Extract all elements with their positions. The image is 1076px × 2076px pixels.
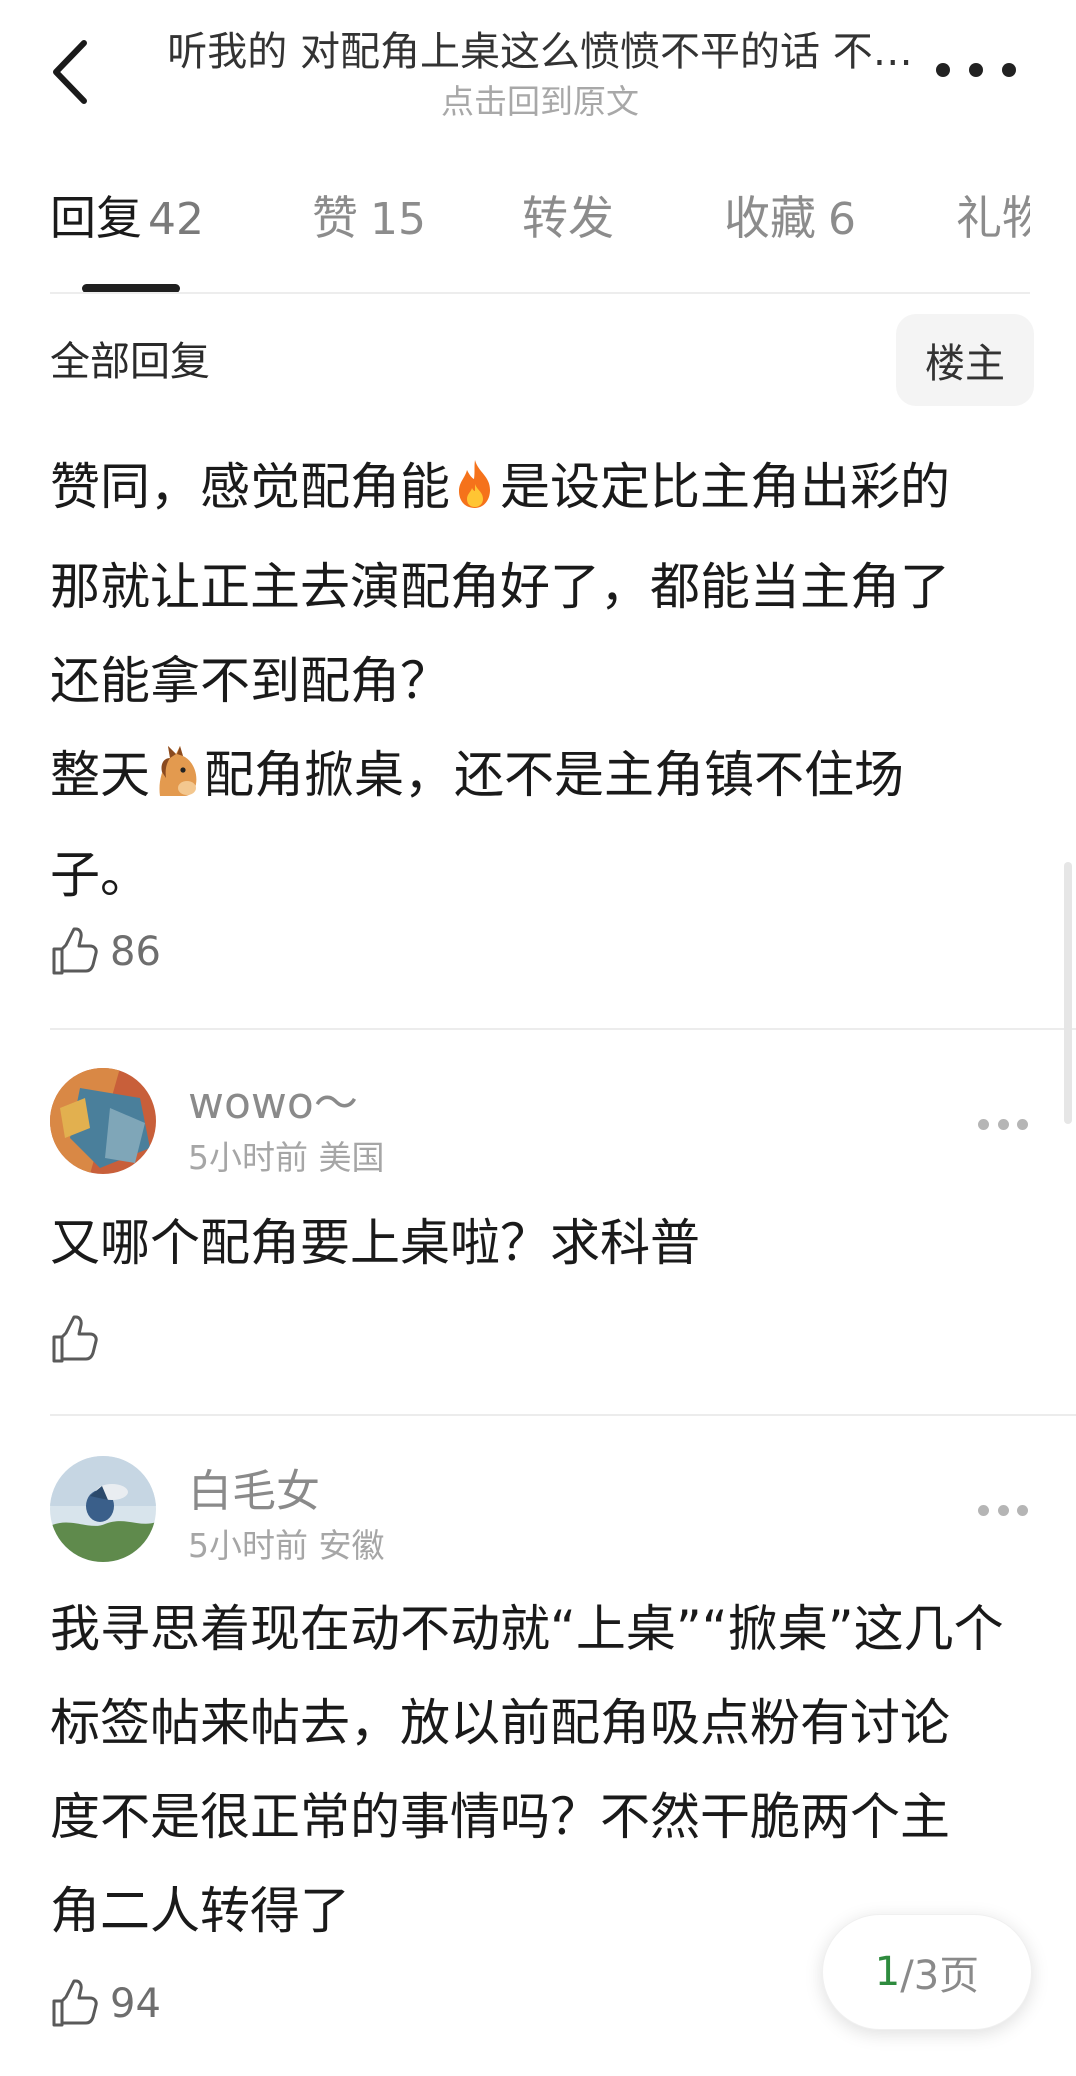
tab-label: 回复 <box>50 191 142 245</box>
chevron-left-icon <box>53 40 87 104</box>
dot-icon <box>997 1504 1009 1516</box>
comment-line: 标签帖来帖去，放以前配角吸点粉有讨论 <box>50 1694 950 1752</box>
post-line: 子。 <box>50 846 150 904</box>
dot-icon <box>1002 63 1016 77</box>
tab-label: 转发 <box>522 191 614 245</box>
title-block[interactable]: 听我的 对配角上桌这么愤愤不平的话 不… 点击回到原文 <box>150 26 930 124</box>
divider <box>50 1414 1076 1416</box>
comment-text: 又哪个配角要上桌啦？求科普 <box>50 1214 700 1272</box>
post-line: 赞同，感觉配角能 是设定比主角出彩的 <box>50 440 1040 540</box>
post-line-part: 是设定比主角出彩的 <box>500 458 950 516</box>
dot-icon <box>978 1118 989 1130</box>
tab-count: 15 <box>370 194 426 245</box>
owner-only-button[interactable]: 楼主 <box>896 314 1034 406</box>
thumbs-up-icon <box>52 927 98 975</box>
dot-icon <box>997 1118 1009 1130</box>
username[interactable]: wowo～ <box>188 1076 358 1132</box>
divider <box>50 1028 1076 1030</box>
username[interactable]: 白毛女 <box>188 1464 320 1520</box>
tab-label: 赞 <box>312 191 358 245</box>
post-line: 整天 配角掀桌，还不是主角镇不住场 <box>50 728 1040 828</box>
avatar[interactable] <box>50 1068 156 1174</box>
tab-bar: 回复 42 赞 15 转发 收藏 6 礼物 <box>50 180 1030 292</box>
fire-icon <box>450 446 500 540</box>
thumbs-up-icon <box>52 1315 98 1363</box>
main-post-text: 赞同，感觉配角能 是设定比主角出彩的 那就让正主去演配角好了，都能当主角了 还能拿… <box>50 440 1040 922</box>
total-pages: /3页 <box>900 1953 980 1999</box>
post-line-part: 整天 <box>50 746 150 804</box>
comment-line: 我寻思着现在动不动就“上桌”“掀桌”这几个 <box>50 1600 1004 1658</box>
dot-icon <box>969 63 983 77</box>
comment-meta: 5小时前 美国 <box>188 1138 385 1177</box>
tab-label: 礼物 <box>956 191 1030 245</box>
tab-likes[interactable]: 赞 15 <box>312 188 426 250</box>
comment-line: 度不是很正常的事情吗？不然干脆两个主 <box>50 1788 950 1846</box>
top-bar: 听我的 对配角上桌这么愤愤不平的话 不… 点击回到原文 <box>0 0 1076 140</box>
thumbs-up-icon <box>52 1979 98 2027</box>
comment-more-button[interactable] <box>978 1500 1028 1520</box>
dot-icon <box>1017 1118 1028 1130</box>
tab-count: 42 <box>148 194 204 245</box>
tab-reposts[interactable]: 转发 <box>522 188 614 248</box>
tab-favorites[interactable]: 收藏 6 <box>724 188 856 250</box>
back-button[interactable] <box>40 34 100 110</box>
post-line-part: 赞同，感觉配角能 <box>50 458 450 516</box>
tab-label: 收藏 <box>724 191 816 245</box>
all-replies-label[interactable]: 全部回复 <box>50 334 210 390</box>
comment-text: 我寻思着现在动不动就“上桌”“掀桌”这几个 标签帖来帖去，放以前配角吸点粉有讨论… <box>50 1582 1040 1958</box>
comment-meta: 5小时前 安徽 <box>188 1526 385 1565</box>
dot-icon <box>1017 1504 1028 1516</box>
post-line-part: 配角掀桌，还不是主角镇不住场 <box>204 746 904 804</box>
post-line: 那就让正主去演配角好了，都能当主角了 <box>50 558 950 616</box>
divider <box>50 292 1030 294</box>
scrollbar[interactable] <box>1064 862 1072 1124</box>
tab-gifts[interactable]: 礼物 <box>956 188 1030 248</box>
comment-like-button[interactable] <box>50 1310 110 1370</box>
main-post-like-button[interactable]: 86 <box>50 922 161 982</box>
comment-like-button[interactable]: 94 <box>50 1974 161 2034</box>
more-options-button[interactable] <box>936 50 1016 90</box>
back-to-post-link[interactable]: 点击回到原文 <box>150 80 930 124</box>
tab-count: 6 <box>828 194 856 245</box>
current-page: 1 <box>874 1949 901 1995</box>
tab-replies[interactable]: 回复 42 <box>50 188 204 250</box>
dot-icon <box>936 63 950 77</box>
page-indicator-button[interactable]: 1/3页 <box>822 1914 1032 2030</box>
dot-icon <box>978 1504 989 1516</box>
like-count: 94 <box>110 1981 161 2027</box>
comment-more-button[interactable] <box>978 1114 1028 1134</box>
like-count: 86 <box>110 929 161 975</box>
post-line: 还能拿不到配角？ <box>50 652 450 710</box>
post-title: 听我的 对配角上桌这么愤愤不平的话 不… <box>167 29 913 75</box>
horse-face-icon <box>150 734 204 828</box>
avatar[interactable] <box>50 1456 156 1562</box>
